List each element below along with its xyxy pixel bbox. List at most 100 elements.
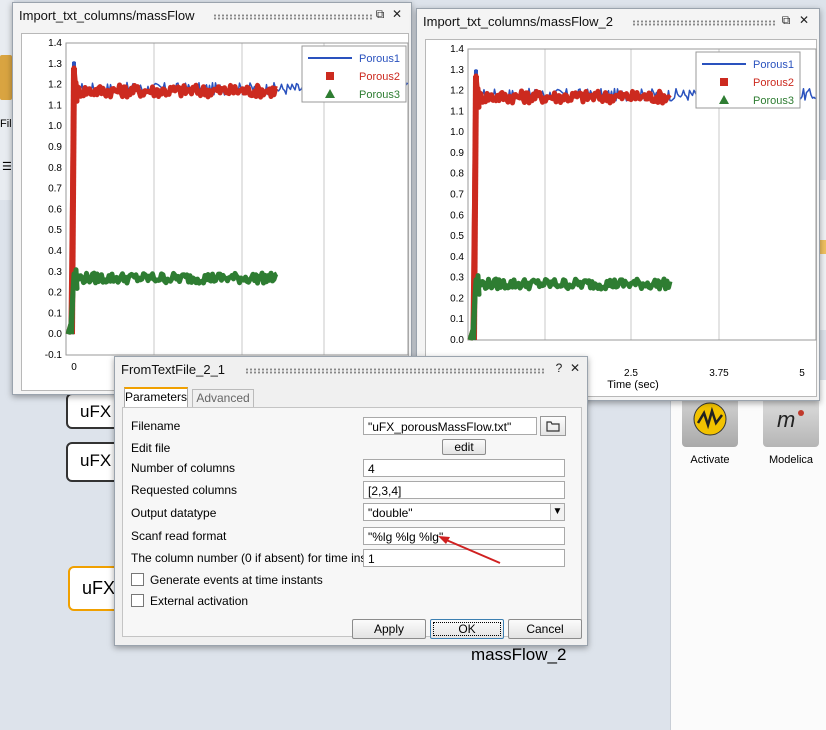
series-porous1 <box>469 69 817 341</box>
drag-grip[interactable] <box>213 14 373 20</box>
edit-button[interactable]: edit <box>442 439 486 455</box>
legend-label: Porous2 <box>753 77 794 89</box>
restore-icon[interactable]: ⧉ <box>373 7 387 21</box>
dialog-title: FromTextFile_2_1 <box>121 362 226 377</box>
right-strip-accent <box>820 240 826 254</box>
activate-label: Activate <box>690 454 730 466</box>
modelica-palette-item[interactable]: m Modelica <box>760 393 822 473</box>
series-rise <box>70 273 76 335</box>
close-icon[interactable]: ✕ <box>568 361 582 375</box>
x-tick-label: 0 <box>71 362 77 373</box>
y-tick-label: 0.8 <box>48 163 62 174</box>
legend-square-icon <box>326 72 334 80</box>
legend-label: Porous3 <box>359 89 400 101</box>
output-datatype-select[interactable]: "double" ▼ <box>363 503 565 521</box>
series-porous1 <box>67 60 409 335</box>
legend-label: Porous1 <box>359 53 400 65</box>
series-porous2 <box>65 65 278 335</box>
cancel-button[interactable]: Cancel <box>508 619 582 639</box>
y-tick-label: 0.2 <box>450 293 464 304</box>
tab-parameters[interactable]: Parameters <box>124 387 188 407</box>
output-datatype-value: "double" <box>368 506 413 520</box>
x-tick-label: 5 <box>799 368 805 379</box>
y-tick-label: 1.2 <box>48 80 62 91</box>
filename-label: Filename <box>131 419 181 433</box>
block-label: massFlow_2 <box>471 645 567 664</box>
dialog-title-bar[interactable]: FromTextFile_2_1 ? ✕ <box>115 357 587 381</box>
y-tick-label: 0.6 <box>48 204 62 215</box>
y-tick-label: 1.0 <box>450 127 464 138</box>
external-activation-checkbox[interactable] <box>131 594 144 607</box>
output-datatype-label: Output datatype <box>131 506 217 520</box>
y-tick-label: 1.0 <box>48 121 62 132</box>
drag-grip[interactable] <box>632 20 777 26</box>
x-tick-label: 2.5 <box>624 368 638 379</box>
legend-label: Porous2 <box>359 71 400 83</box>
browse-folder-button[interactable] <box>540 416 566 436</box>
requested-columns-label: Requested columns <box>131 483 238 497</box>
y-tick-label: 0.5 <box>48 225 62 236</box>
generate-events-label: Generate events at time instants <box>150 573 323 587</box>
plot-area: 1.4 1.3 1.2 1.1 1.0 0.9 0.8 0.7 0.6 0.5 0.4 0.3 0.2 0… <box>425 39 817 397</box>
title-bar[interactable]: Import_txt_columns/massFlow_2 ⧉ ✕ <box>417 9 819 33</box>
close-icon[interactable]: ✕ <box>390 7 404 21</box>
legend-label: Porous3 <box>753 95 794 107</box>
y-tick-label: 0.6 <box>450 210 464 221</box>
activate-icon <box>682 393 738 447</box>
ok-button[interactable]: OK <box>430 619 504 639</box>
y-tick-label: 0.7 <box>48 184 62 195</box>
y-tick-label: 0.3 <box>450 273 464 284</box>
y-tick-label: 0.2 <box>48 288 62 299</box>
y-tick-label: 0.4 <box>48 246 62 257</box>
help-icon[interactable]: ? <box>552 361 566 375</box>
num-columns-field[interactable]: 4 <box>363 459 565 477</box>
y-tick-label: 0.1 <box>48 308 62 319</box>
folder-icon <box>546 421 560 432</box>
window-title: Import_txt_columns/massFlow_2 <box>423 14 614 29</box>
modelica-label: Modelica <box>768 454 814 466</box>
library-icon[interactable] <box>0 55 12 100</box>
close-icon[interactable]: ✕ <box>797 13 811 27</box>
y-tick-label: 0.7 <box>450 190 464 201</box>
series-rise <box>472 279 478 341</box>
external-activation-label: External activation <box>150 594 249 608</box>
legend-square-icon <box>720 78 728 86</box>
tab-advanced[interactable]: Advanced <box>192 389 254 407</box>
y-tick-label: 1.1 <box>450 106 464 117</box>
y-tick-label: 1.4 <box>450 44 464 55</box>
y-tick-label: 0.9 <box>48 142 62 153</box>
restore-icon[interactable]: ⧉ <box>779 13 793 27</box>
scope-window-1: Import_txt_columns/massFlow ⧉ ✕ 1.4 1.3 1.… <box>12 2 412 395</box>
requested-columns-field[interactable]: [2,3,4] <box>363 481 565 499</box>
x-tick-label: 3.75 <box>709 368 729 379</box>
num-columns-label: Number of columns <box>131 461 236 475</box>
y-tick-label: 1.2 <box>450 86 464 97</box>
apply-button[interactable]: Apply <box>352 619 426 639</box>
generate-events-checkbox[interactable] <box>131 573 144 586</box>
y-tick-label: 0.1 <box>450 314 464 325</box>
annotation-arrow <box>438 536 501 564</box>
y-tick-label: 0.0 <box>48 329 62 340</box>
y-tick-label: 1.1 <box>48 100 62 111</box>
scanf-format-label: Scanf read format <box>131 529 227 543</box>
series-porous3 <box>65 267 279 335</box>
svg-text:m: m <box>777 407 795 432</box>
series-porous3 <box>467 273 673 341</box>
scope-window-2: Import_txt_columns/massFlow_2 ⧉ ✕ 1.4 1.3… <box>416 8 820 401</box>
chart-svg: 1.4 1.3 1.2 1.1 1.0 0.9 0.8 0.7 0.6 0.5 0.4 0.3 0.2 0… <box>45 38 409 373</box>
edit-file-label: Edit file <box>131 441 171 455</box>
chevron-down-icon[interactable]: ▼ <box>550 504 564 520</box>
filename-field[interactable]: "uFX_porousMassFlow.txt" <box>363 417 537 435</box>
time-column-label: The column number (0 if absent) for time… <box>131 551 393 565</box>
y-tick-label: 1.3 <box>48 59 62 70</box>
series-porous2 <box>467 73 672 341</box>
legend-label: Porous1 <box>753 59 794 71</box>
block-parameters-dialog: FromTextFile_2_1 ? ✕ Parameters Advanced… <box>114 356 588 646</box>
y-tick-label: 0.8 <box>450 169 464 180</box>
menu-icon[interactable]: ☰ <box>2 160 12 173</box>
title-bar[interactable]: Import_txt_columns/massFlow ⧉ ✕ <box>13 3 411 27</box>
drag-grip[interactable] <box>245 368 545 374</box>
y-tick-label: 0.0 <box>450 335 464 346</box>
activate-palette-item[interactable]: Activate <box>680 393 740 473</box>
y-tick-label: -0.1 <box>45 350 63 361</box>
